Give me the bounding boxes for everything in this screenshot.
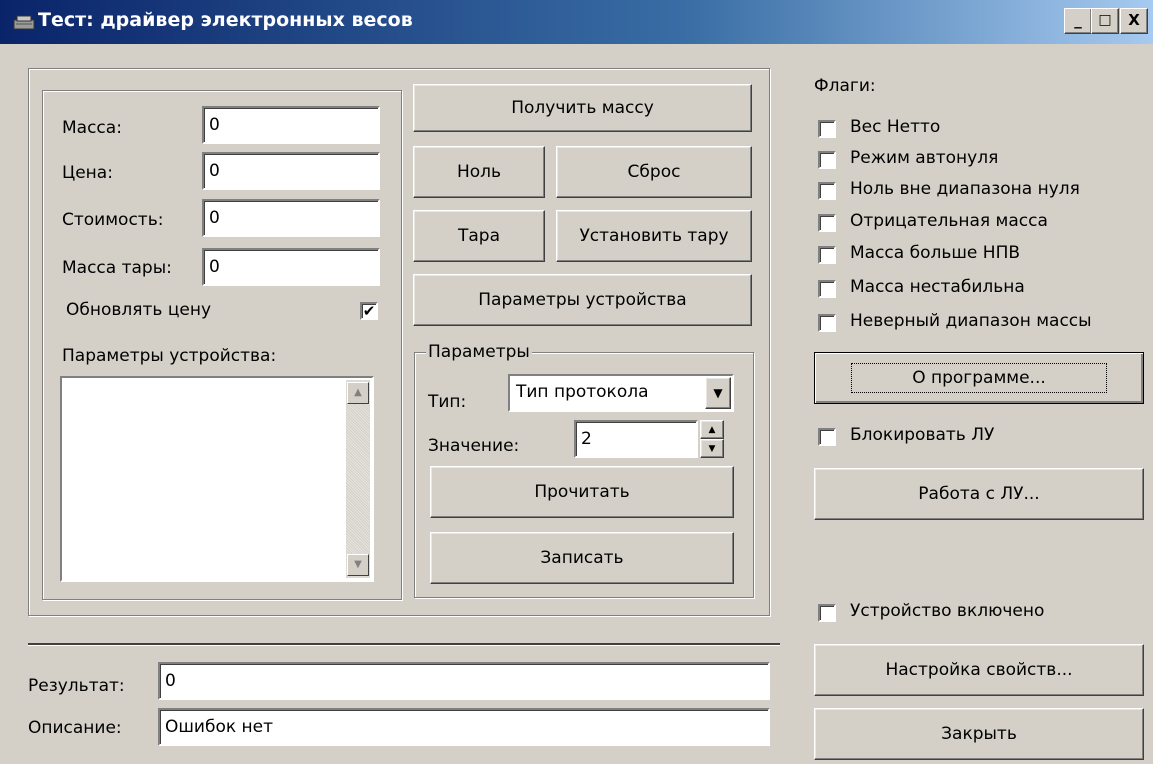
flag-checkbox-negative-mass[interactable] — [818, 214, 836, 232]
cost-input[interactable]: 0 — [202, 199, 380, 237]
value-input[interactable]: 2 — [574, 420, 698, 458]
flag-label-overload: Масса больше НПВ — [850, 243, 1021, 263]
protocol-type-value: Тип протокола — [516, 382, 649, 402]
mass-label: Масса: — [62, 118, 122, 138]
description-label: Описание: — [28, 718, 122, 738]
minimize-button[interactable]: _ — [1064, 8, 1092, 34]
reset-button[interactable]: Сброс — [556, 146, 752, 198]
about-button-label: О программе... — [851, 363, 1107, 393]
main-window: Тест: драйвер электронных весов _ □ X Ма… — [0, 0, 1153, 764]
set-tare-button[interactable]: Установить тару — [556, 210, 752, 262]
description-input[interactable]: Ошибок нет — [158, 708, 770, 746]
device-params-label: Параметры устройства: — [62, 346, 277, 366]
flags-title: Флаги: — [814, 76, 876, 96]
flag-checkbox-zero-out-of-range[interactable] — [818, 182, 836, 200]
tare-button[interactable]: Тара — [413, 210, 545, 262]
window-title: Тест: драйвер электронных весов — [38, 9, 413, 31]
spin-up-icon[interactable]: ▲ — [700, 420, 724, 439]
params-group-title: Параметры — [426, 342, 532, 362]
properties-button[interactable]: Настройка свойств... — [814, 644, 1144, 696]
flag-label-net-weight: Вес Нетто — [850, 117, 941, 137]
lu-work-button[interactable]: Работа с ЛУ... — [814, 468, 1144, 520]
cost-label: Стоимость: — [62, 210, 164, 230]
price-input[interactable]: 0 — [202, 152, 380, 190]
zero-button[interactable]: Ноль — [413, 146, 545, 198]
about-button[interactable]: О программе... — [814, 352, 1144, 404]
device-enabled-checkbox[interactable] — [818, 604, 836, 622]
tare-mass-label: Масса тары: — [62, 258, 172, 278]
scale-app-icon — [13, 15, 35, 30]
protocol-type-select[interactable]: Тип протокола ▼ — [508, 374, 734, 412]
result-label: Результат: — [28, 676, 125, 696]
flag-label-auto-zero: Режим автонуля — [850, 148, 999, 168]
flag-label-invalid-range: Неверный диапазон массы — [850, 311, 1092, 331]
result-input[interactable]: 0 — [158, 662, 770, 700]
update-price-label: Обновлять цену — [66, 300, 212, 320]
device-params-button[interactable]: Параметры устройства — [413, 274, 752, 326]
flag-checkbox-auto-zero[interactable] — [818, 151, 836, 169]
maximize-button[interactable]: □ — [1091, 8, 1119, 34]
close-button[interactable]: Закрыть — [814, 708, 1144, 760]
mass-input[interactable]: 0 — [202, 106, 380, 144]
spin-down-icon[interactable]: ▼ — [700, 439, 724, 458]
device-params-listbox[interactable]: ▲ ▼ — [60, 376, 374, 582]
get-mass-button[interactable]: Получить массу — [413, 84, 752, 132]
title-bar[interactable]: Тест: драйвер электронных весов _ □ X — [0, 0, 1153, 44]
scroll-up-arrow-icon[interactable]: ▲ — [347, 382, 369, 404]
flag-checkbox-unstable[interactable] — [818, 280, 836, 298]
update-price-checkbox[interactable]: ✔ — [360, 302, 378, 320]
result-separator — [28, 643, 780, 646]
flag-checkbox-invalid-range[interactable] — [818, 314, 836, 332]
price-label: Цена: — [62, 163, 113, 183]
close-window-button[interactable]: X — [1120, 8, 1148, 34]
flag-checkbox-overload[interactable] — [818, 246, 836, 264]
read-button[interactable]: Прочитать — [430, 466, 734, 518]
flag-label-unstable: Масса нестабильна — [850, 277, 1025, 297]
flag-checkbox-net-weight[interactable] — [818, 120, 836, 138]
scroll-down-arrow-icon[interactable]: ▼ — [347, 554, 369, 576]
tare-mass-input[interactable]: 0 — [202, 248, 380, 286]
flag-label-negative-mass: Отрицательная масса — [850, 211, 1048, 231]
value-label: Значение: — [428, 436, 520, 456]
listbox-scrollbar[interactable]: ▲ ▼ — [346, 380, 370, 578]
type-label: Тип: — [428, 392, 467, 412]
block-lu-checkbox[interactable] — [818, 428, 836, 446]
block-lu-label: Блокировать ЛУ — [850, 425, 995, 445]
write-button[interactable]: Записать — [430, 532, 734, 584]
device-enabled-label: Устройство включено — [850, 601, 1045, 621]
flag-label-zero-out-of-range: Ноль вне диапазона нуля — [850, 179, 1080, 199]
chevron-down-icon[interactable]: ▼ — [705, 377, 731, 409]
